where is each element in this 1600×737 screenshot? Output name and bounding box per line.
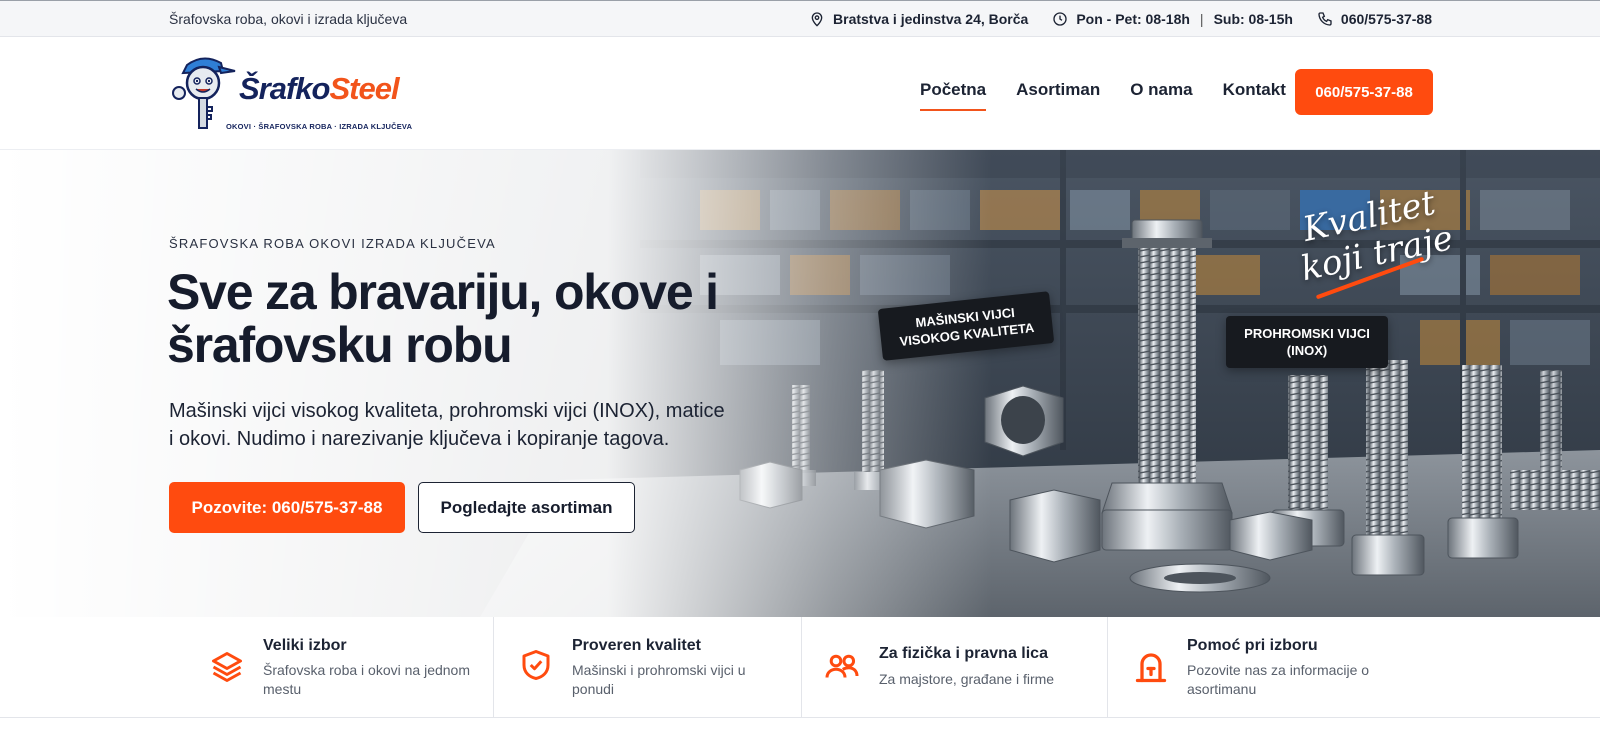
contact-info: Bratstva i jedinstva 24, Borča Pon - Pet… <box>785 11 1432 27</box>
hours-item: Pon - Pet: 08-18h | Sub: 08-15h <box>1052 11 1293 27</box>
feature-proveren-kvalitet: Proveren kvalitet Mašinski i prohromski … <box>494 617 802 717</box>
hours-saturday: Sub: 08-15h <box>1213 11 1293 27</box>
hero-title: Sve za bravariju, okove i šrafovsku robu <box>167 264 719 373</box>
logo-wordmark-part1: Šrafko <box>239 71 330 106</box>
hero-section: ŠRAFOVSKA ROBA OKOVI IZRADA KLJUČEVA Sve… <box>0 150 1600 617</box>
tag-prohromski-line1: PROHROMSKI VIJCI <box>1244 326 1370 341</box>
phone-icon <box>1318 12 1332 26</box>
nav-link-o-nama[interactable]: O nama <box>1130 80 1192 100</box>
feature-title: Za fizička i pravna lica <box>879 645 1048 662</box>
hero-lead: Mašinski vijci visokog kvaliteta, prohro… <box>169 400 725 450</box>
feature-text: Pozovite nas za informacije o asortimanu <box>1187 662 1370 697</box>
feature-text: Mašinski i prohromski vijci u ponudi <box>572 662 746 697</box>
users-icon <box>825 654 859 678</box>
nav-link-asortiman[interactable]: Asortiman <box>1016 80 1100 100</box>
top-phone: 060/575-37-88 <box>1340 11 1432 27</box>
tag-prohromski-vijci: PROHROMSKI VIJCI (INOX) <box>1226 316 1388 368</box>
logo-subtitle: OKOVI · ŠRAFOVSKA ROBA · IZRADA KLJUČEVA <box>226 122 413 131</box>
hero-eyebrow: ŠRAFOVSKA ROBA OKOVI IZRADA KLJUČEVA <box>169 236 496 251</box>
tag-prohromski-line2: (INOX) <box>1286 343 1328 358</box>
logo-wordmark-part2: Steel <box>329 71 399 106</box>
feature-title: Pomoć pri izboru <box>1187 637 1318 654</box>
view-assortment-button[interactable]: Pogledajte asortiman <box>418 482 635 533</box>
main-nav: Početna Asortiman O nama Kontakt <box>920 80 1316 111</box>
nav-link-pocetna[interactable]: Početna <box>920 80 987 111</box>
hours-separator: | <box>1199 11 1204 27</box>
address-text: Bratstva i jedinstva 24, Borča <box>833 11 1029 27</box>
hours-weekday: Pon - Pet: 08-18h <box>1076 11 1190 27</box>
site-logo[interactable]: ŠrafkoSteel OKOVI · ŠRAFOVSKA ROBA · IZR… <box>169 49 421 137</box>
feature-title: Veliki izbor <box>263 637 347 654</box>
features-divider <box>0 717 1600 718</box>
call-button[interactable]: Pozovite: 060/575-37-88 <box>169 482 405 533</box>
shield-check-icon <box>522 650 550 680</box>
feature-veliki-izbor: Veliki izbor Šrafovska roba i okovi na j… <box>183 617 494 717</box>
feature-pomoc-pri-izboru: Pomoć pri izboru Pozovite nas za informa… <box>1108 617 1428 717</box>
site-header: ŠrafkoSteel OKOVI · ŠRAFOVSKA ROBA · IZR… <box>0 37 1600 150</box>
location-pin-icon <box>811 12 823 27</box>
top-info-bar: Šrafovska roba, okovi i izrada ključeva … <box>0 0 1600 37</box>
header-call-button[interactable]: 060/575-37-88 <box>1295 69 1433 115</box>
logo-wordmark: ŠrafkoSteel <box>239 71 400 107</box>
feature-title: Proveren kvalitet <box>572 637 701 654</box>
feature-text: Za majstore, građane i firme <box>879 671 1055 687</box>
lock-icon <box>1135 653 1167 683</box>
top-tagline: Šrafovska roba, okovi i izrada ključeva <box>169 11 408 27</box>
phone-item[interactable]: 060/575-37-88 <box>1317 11 1432 27</box>
feature-text: Šrafovska roba i okovi na jednom mestu <box>263 662 470 697</box>
feature-fizicka-pravna-lica: Za fizička i pravna lica Za majstore, gr… <box>802 617 1108 717</box>
nav-link-kontakt[interactable]: Kontakt <box>1223 80 1286 100</box>
clock-icon <box>1053 12 1067 26</box>
features-strip: Veliki izbor Šrafovska roba i okovi na j… <box>0 617 1600 737</box>
layers-icon <box>212 652 242 682</box>
address-item[interactable]: Bratstva i jedinstva 24, Borča <box>809 11 1028 27</box>
